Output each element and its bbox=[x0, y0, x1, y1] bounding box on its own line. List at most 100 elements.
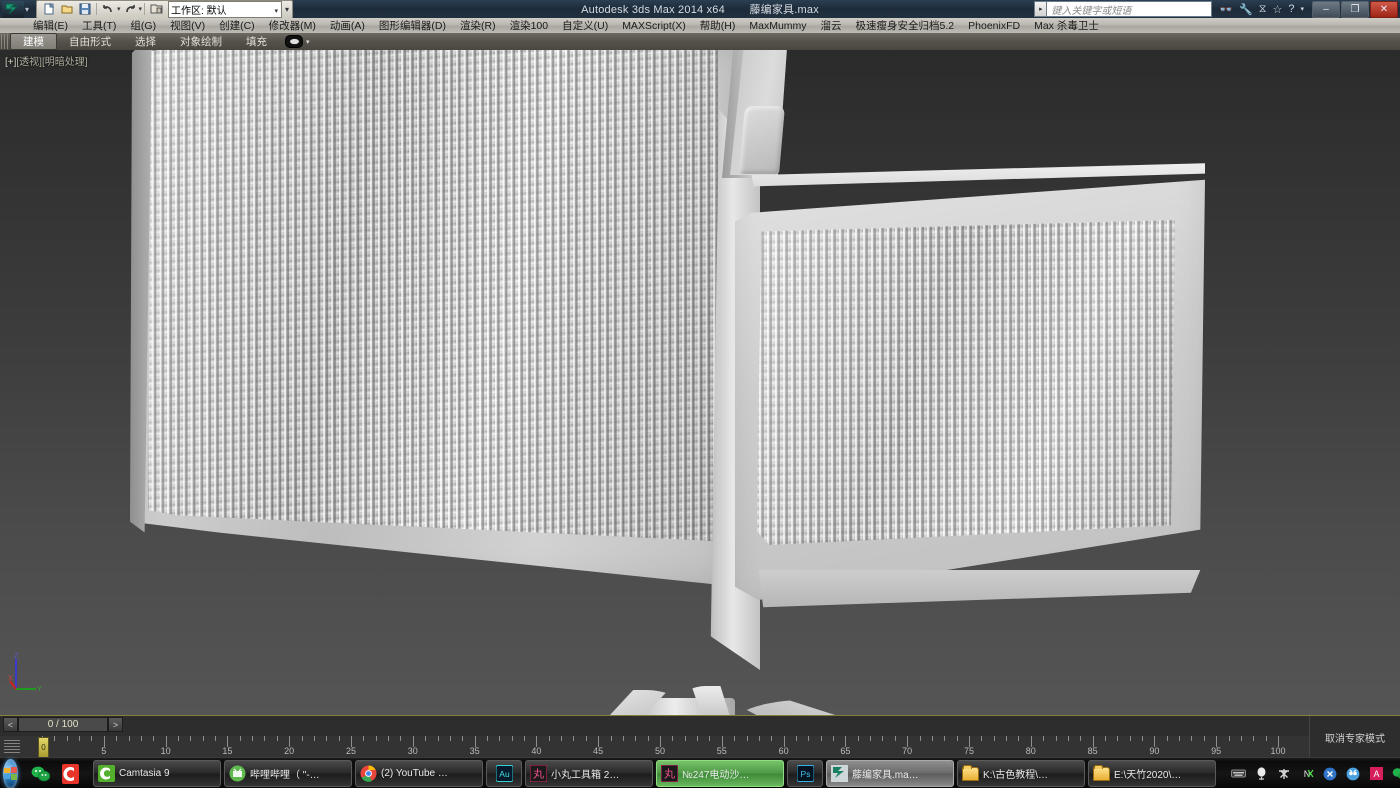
next-frame-button[interactable]: > bbox=[108, 717, 123, 732]
help-icon[interactable]: ? bbox=[1288, 3, 1294, 15]
viewport-label-plus[interactable]: [+] bbox=[5, 57, 16, 68]
ruler-tick-minor bbox=[1018, 736, 1019, 741]
menu-item-maxmummy[interactable]: MaxMummy bbox=[742, 18, 813, 33]
task-camtasia[interactable]: Camtasia 9 bbox=[93, 760, 221, 787]
ribbon-tab-modeling[interactable]: 建模 bbox=[10, 33, 57, 50]
task-audition[interactable]: Au bbox=[486, 760, 522, 787]
redo-caret-icon[interactable]: ▾ bbox=[139, 5, 143, 13]
ruler-tick-minor bbox=[141, 736, 142, 741]
previous-frame-button[interactable]: < bbox=[3, 717, 18, 732]
search-dropdown-icon[interactable]: ▸ bbox=[1034, 1, 1046, 17]
star-icon[interactable]: ☆ bbox=[1272, 3, 1282, 16]
task-youtube-chrome[interactable]: (2) YouTube … bbox=[355, 760, 483, 787]
task-3dsmax[interactable]: 藤编家具.ma… bbox=[826, 760, 954, 787]
save-file-icon[interactable] bbox=[77, 2, 93, 17]
menu-item-modifiers[interactable]: 修改器(M) bbox=[262, 18, 323, 33]
task-bilibili[interactable]: 哔哩哔哩（ "-… bbox=[224, 760, 352, 787]
rattan-armchair-model[interactable] bbox=[0, 50, 1400, 715]
svg-text:Au: Au bbox=[499, 769, 510, 779]
viewport-label-shading[interactable]: [明暗处理] bbox=[42, 57, 88, 68]
menu-item-views[interactable]: 视图(V) bbox=[163, 18, 212, 33]
menu-item-phoenixfd[interactable]: PhoenixFD bbox=[961, 18, 1027, 33]
viewport-perspective[interactable]: [+][透视][明暗处理] bbox=[0, 50, 1400, 715]
keyboard-icon[interactable] bbox=[1230, 766, 1246, 782]
menu-item-maxscript[interactable]: MAXScript(X) bbox=[615, 18, 693, 33]
menu-item-group[interactable]: 组(G) bbox=[123, 18, 163, 33]
set-project-folder-icon[interactable] bbox=[148, 2, 164, 17]
ribbon-drag-handle[interactable] bbox=[1, 34, 8, 49]
chair-swivel-base bbox=[380, 670, 1000, 715]
close-button[interactable]: ✕ bbox=[1370, 1, 1398, 18]
viewport-label-view[interactable]: [透视] bbox=[16, 57, 42, 68]
ribbon-tab-selection[interactable]: 选择 bbox=[123, 34, 168, 49]
help-icon-group: 👓 🔧 ⧖ ☆ ? ▾ bbox=[1219, 3, 1304, 16]
sogou-icon[interactable] bbox=[1253, 766, 1269, 782]
undo-icon[interactable] bbox=[100, 2, 116, 17]
task-folder-e[interactable]: E:\天竹2020\… bbox=[1088, 760, 1216, 787]
red-a-icon[interactable]: А bbox=[1368, 766, 1384, 782]
nx-icon[interactable]: N bbox=[1299, 766, 1315, 782]
task-xiaowan-toolbox[interactable]: 丸 小丸工具箱 2… bbox=[525, 760, 653, 787]
ruler-tick-minor bbox=[314, 736, 315, 741]
task-folder-k[interactable]: K:\古色教程\… bbox=[957, 760, 1085, 787]
ribbon-overflow-caret-icon[interactable]: ▾ bbox=[306, 38, 310, 46]
quick-launch-bar bbox=[30, 763, 81, 785]
maximize-button[interactable]: ❐ bbox=[1341, 1, 1369, 18]
ruler-tick-minor bbox=[1229, 736, 1230, 741]
wrench-icon[interactable]: 🔧 bbox=[1239, 3, 1253, 16]
aliwangwang-icon[interactable] bbox=[1345, 766, 1361, 782]
menu-item-tools[interactable]: 工具(T) bbox=[75, 18, 123, 33]
ribbon-bar: 建模 自由形式 选择 对象绘制 填充 ▾ bbox=[0, 33, 1400, 51]
timeline-ruler[interactable]: 5101520253035404550556065707580859095100… bbox=[0, 736, 1310, 758]
title-bar-right: ▸ 键入关键字或短语 👓 🔧 ⧖ ☆ ? ▾ – ❐ ✕ bbox=[1034, 0, 1400, 18]
wechat-icon[interactable] bbox=[30, 763, 52, 785]
camtasia-icon[interactable] bbox=[59, 763, 81, 785]
viewport-label[interactable]: [+][透视][明暗处理] bbox=[5, 53, 88, 68]
ribbon-tab-freeform[interactable]: 自由形式 bbox=[57, 34, 123, 49]
minimize-button[interactable]: – bbox=[1312, 1, 1340, 18]
ruler-tick-minor bbox=[833, 736, 834, 741]
menu-item-animation[interactable]: 动画(A) bbox=[323, 18, 372, 33]
frame-counter-field[interactable]: 0 / 100 bbox=[18, 717, 108, 732]
chair-back-weave-texture bbox=[148, 50, 718, 562]
exchange-icon[interactable]: ⧖ bbox=[1259, 3, 1267, 16]
workspace-selector[interactable]: 工作区: 默认 ▾ bbox=[168, 1, 282, 18]
cancel-expert-mode-button[interactable]: 取消专家模式 bbox=[1325, 730, 1385, 745]
open-file-icon[interactable] bbox=[59, 2, 75, 17]
chevron-down-icon[interactable]: ▾ bbox=[275, 7, 279, 15]
ruler-tick-label: 20 bbox=[284, 746, 294, 756]
ribbon-tab-object-paint[interactable]: 对象绘制 bbox=[168, 34, 234, 49]
menu-item-archive[interactable]: 极速瘦身安全归档5.2 bbox=[849, 18, 962, 33]
menu-item-create[interactable]: 创建(C) bbox=[212, 18, 262, 33]
binoculars-icon[interactable]: 👓 bbox=[1219, 3, 1233, 16]
photoshop-icon: Ps bbox=[797, 765, 814, 782]
qat-overflow-icon[interactable]: ▾ bbox=[285, 5, 289, 14]
key-mode-icon[interactable] bbox=[4, 739, 20, 753]
menu-item-rendering[interactable]: 渲染(R) bbox=[453, 18, 503, 33]
start-button[interactable] bbox=[3, 759, 18, 788]
task-photoshop[interactable]: Ps bbox=[787, 760, 823, 787]
ribbon-tab-populate[interactable]: 填充 bbox=[234, 34, 279, 49]
search-input[interactable]: 键入关键字或短语 bbox=[1046, 1, 1212, 17]
time-slider-handle[interactable]: 0 bbox=[38, 737, 49, 758]
menu-item-antivirus[interactable]: Max 杀毒卫士 bbox=[1027, 18, 1106, 33]
app-menu-caret-icon[interactable]: ▾ bbox=[25, 5, 29, 14]
ribbon-display-mode-icon[interactable] bbox=[285, 35, 303, 48]
menu-item-edit[interactable]: 编辑(E) bbox=[26, 18, 75, 33]
shield-x-icon[interactable] bbox=[1322, 766, 1338, 782]
ruler-tick-minor bbox=[264, 736, 265, 741]
menu-item-liuyun[interactable]: 溜云 bbox=[814, 18, 849, 33]
new-file-icon[interactable] bbox=[41, 2, 57, 17]
menu-item-graph-editors[interactable]: 图形编辑器(D) bbox=[372, 18, 453, 33]
help-caret-icon[interactable]: ▾ bbox=[1300, 5, 1304, 13]
redo-icon[interactable] bbox=[122, 2, 138, 17]
task-no247-video[interactable]: 丸 №247电动沙… bbox=[656, 760, 784, 787]
menu-item-render100[interactable]: 渲染100 bbox=[503, 18, 556, 33]
ruler-tick-label: 65 bbox=[840, 746, 850, 756]
app-logo-icon[interactable] bbox=[2, 1, 24, 18]
wechat-tray-icon[interactable] bbox=[1391, 766, 1400, 782]
scissors-icon[interactable] bbox=[1276, 766, 1292, 782]
menu-item-help[interactable]: 帮助(H) bbox=[693, 18, 743, 33]
menu-item-customize[interactable]: 自定义(U) bbox=[555, 18, 615, 33]
undo-caret-icon[interactable]: ▾ bbox=[117, 5, 121, 13]
